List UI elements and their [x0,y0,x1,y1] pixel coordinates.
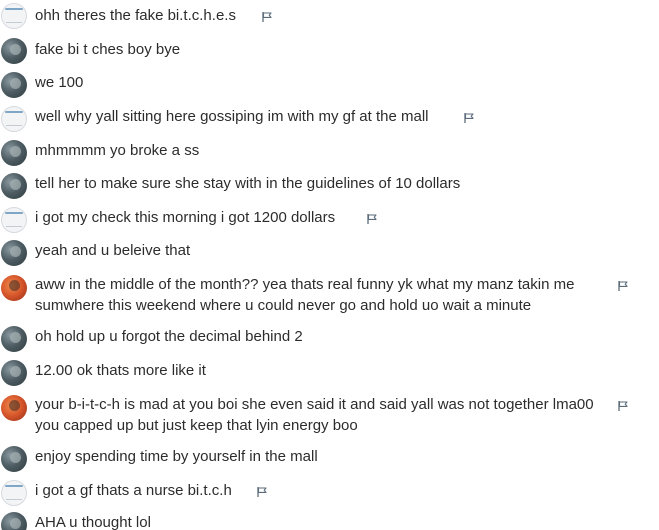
avatar[interactable] [1,38,27,64]
flag-icon[interactable] [617,400,629,412]
message-text: 12.00 ok thats more like it [35,362,206,379]
avatar[interactable] [1,512,27,530]
message-text: tell her to make sure she stay with in t… [35,175,461,192]
message-text: we 100 [35,74,84,91]
avatar[interactable] [1,395,27,421]
avatar[interactable] [1,207,27,233]
message-text: well why yall sitting here gossiping im … [35,108,429,125]
avatar[interactable] [1,360,27,386]
message-text: i got a gf thats a nurse bi.t.c.h [35,482,232,499]
message-text: yeah and u beleive that [35,242,191,259]
flag-icon[interactable] [617,280,629,292]
message-text: oh hold up u forgot the decimal behind 2 [35,328,303,345]
message-text: fake bi t ches boy bye [35,41,181,58]
flag-icon[interactable] [366,213,378,225]
chat-message-list: ohh theres the fake bi.t.c.h.e.s fake bi… [0,0,659,530]
message-text: mhmmmm yo broke a ss [35,142,200,159]
avatar[interactable] [1,480,27,506]
message-text: ohh theres the fake bi.t.c.h.e.s [35,7,236,24]
avatar[interactable] [1,240,27,266]
message-text: i got my check this morning i got 1200 d… [35,209,336,226]
avatar[interactable] [1,446,27,472]
message-text: AHA u thought lol [35,514,151,530]
avatar[interactable] [1,275,27,301]
avatar[interactable] [1,106,27,132]
avatar[interactable] [1,3,27,29]
flag-icon[interactable] [261,11,273,23]
flag-icon[interactable] [463,112,475,124]
flag-icon[interactable] [256,486,268,498]
message-text: aww in the middle of the month?? yea tha… [35,276,575,314]
avatar[interactable] [1,140,27,166]
message-text: your b-i-t-c-h is mad at you boi she eve… [35,396,594,434]
avatar[interactable] [1,72,27,98]
avatar[interactable] [1,326,27,352]
avatar[interactable] [1,173,27,199]
message-text: enjoy spending time by yourself in the m… [35,448,318,465]
